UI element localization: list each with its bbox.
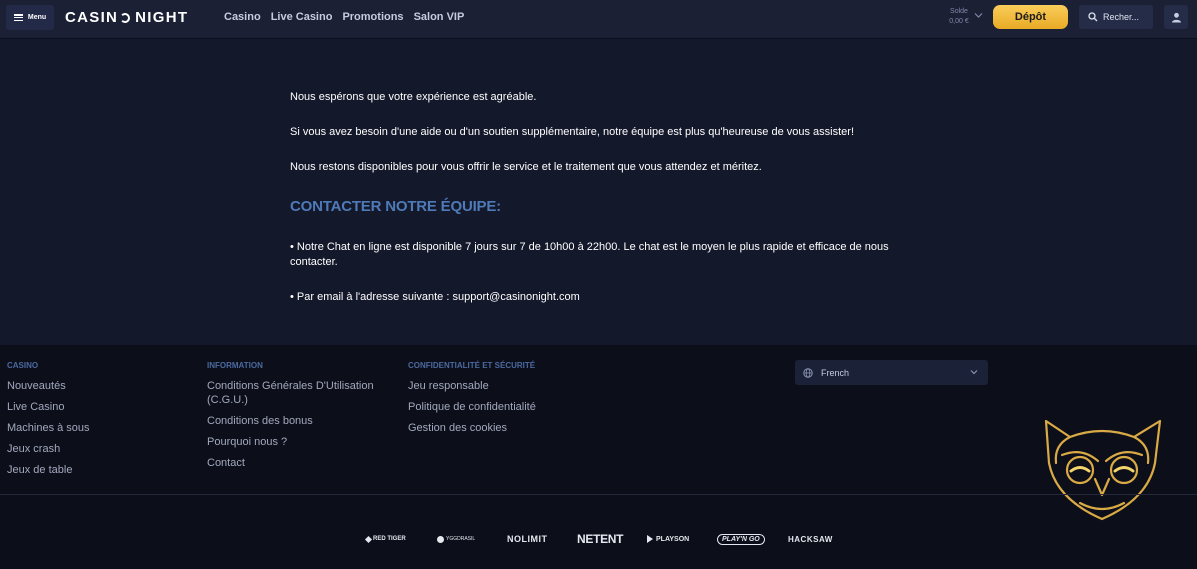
search-button[interactable]: Recher... (1079, 5, 1153, 29)
contact-bullet-chat: • Notre Chat en ligne est disponible 7 j… (290, 241, 889, 268)
nav-promotions[interactable]: Promotions (342, 11, 403, 23)
provider-logo-red-tiger: RED TIGER (364, 529, 406, 549)
site-logo[interactable]: CASIN NIGHT (65, 9, 188, 26)
nav-casino[interactable]: Casino (224, 11, 261, 23)
footer-column-title: INFORMATION (207, 361, 263, 370)
provider-logo-playngo: PLAY'N GO (717, 529, 765, 549)
provider-logo-netent: NETENT (577, 532, 624, 546)
provider-logo-yggdrasil: YGGDRASIL (437, 529, 475, 549)
user-icon (1171, 12, 1181, 22)
globe-icon (803, 367, 813, 378)
provider-logo-nolimit: NOLIMIT (507, 534, 548, 544)
logo-text-right: NIGHT (135, 9, 189, 26)
intro-paragraph-1: Nous espérons que votre expérience est a… (290, 91, 537, 103)
menu-button[interactable]: Menu (6, 5, 54, 30)
hamburger-icon (13, 14, 23, 21)
footer-link-conditions-bonus[interactable]: Conditions des bonus (207, 414, 387, 428)
contact-bullet-email: • Par email à l'adresse suivante : suppo… (290, 291, 580, 303)
balance-label: Solde (950, 8, 968, 15)
search-icon (1088, 12, 1098, 22)
footer-link-jeu-responsable[interactable]: Jeu responsable (408, 379, 608, 393)
footer-column-title: CONFIDENTIALITÉ ET SÉCURITÉ (408, 361, 536, 370)
nav-salon-vip[interactable]: Salon VIP (414, 11, 465, 23)
footer-column-confidentialite: CONFIDENTIALITÉ ET SÉCURITÉ Jeu responsa… (408, 361, 608, 442)
logo-moon-icon (120, 12, 131, 23)
provider-logo-playson: PLAYSON (647, 529, 689, 549)
footer-column-information: INFORMATION Conditions Générales D'Utili… (207, 361, 387, 477)
balance-amount: 0,00 € (949, 18, 969, 25)
language-select-value: French (821, 367, 850, 378)
site-footer: CASINO Nouveautés Live Casino Machines à… (0, 345, 1197, 569)
nav-live-casino[interactable]: Live Casino (271, 11, 333, 23)
footer-link-contact[interactable]: Contact (207, 456, 387, 470)
footer-link-live-casino[interactable]: Live Casino (7, 400, 187, 414)
footer-divider (0, 494, 1197, 495)
account-button[interactable] (1164, 5, 1188, 29)
logo-text-left: CASIN (65, 9, 119, 26)
chevron-down-icon[interactable] (974, 12, 983, 19)
footer-link-jeux-de-table[interactable]: Jeux de table (7, 463, 187, 477)
provider-logos: RED TIGER YGGDRASIL NOLIMIT NETENT PLAYS… (0, 529, 1197, 549)
menu-button-label: Menu (27, 14, 47, 21)
language-select[interactable]: French (795, 360, 988, 385)
contact-heading: CONTACTER NOTRE ÉQUIPE: (290, 198, 501, 215)
footer-link-gestion-cookies[interactable]: Gestion des cookies (408, 421, 608, 435)
balance-display[interactable]: Solde 0,00 € (942, 7, 976, 27)
footer-link-machines-a-sous[interactable]: Machines à sous (7, 421, 187, 435)
chevron-down-icon (970, 370, 978, 375)
main-nav: Casino Live Casino Promotions Salon VIP (224, 11, 464, 23)
deposit-button[interactable]: Dépôt (993, 5, 1068, 29)
footer-link-pourquoi-nous[interactable]: Pourquoi nous ? (207, 435, 387, 449)
owl-mascot-icon (1044, 419, 1162, 521)
intro-paragraph-2: Si vous avez besoin d'une aide ou d'un s… (290, 126, 855, 138)
footer-link-jeux-crash[interactable]: Jeux crash (7, 442, 187, 456)
footer-column-casino: CASINO Nouveautés Live Casino Machines à… (7, 361, 187, 484)
search-placeholder: Recher... (1103, 12, 1140, 22)
footer-column-title: CASINO (7, 361, 39, 370)
provider-logo-hacksaw: HACKSAW (788, 534, 833, 544)
top-header: Menu CASIN NIGHT Casino Live Casino Promo… (0, 0, 1197, 39)
footer-link-nouveautes[interactable]: Nouveautés (7, 379, 187, 393)
footer-link-cgu[interactable]: Conditions Générales D'Utilisation (C.G.… (207, 379, 387, 407)
intro-paragraph-3: Nous restons disponibles pour vous offri… (290, 161, 762, 173)
footer-link-politique-confidentialite[interactable]: Politique de confidentialité (408, 400, 608, 414)
